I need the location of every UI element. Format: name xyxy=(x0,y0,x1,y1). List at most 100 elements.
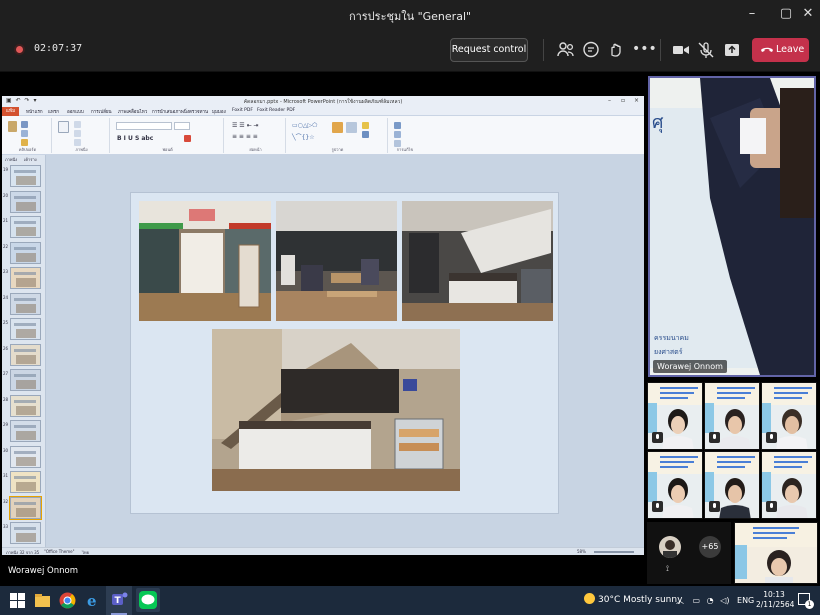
line-taskbar-button[interactable] xyxy=(136,588,160,612)
chrome-icon[interactable] xyxy=(58,591,77,610)
ppt-close-icon: × xyxy=(634,97,640,104)
font-color-icon xyxy=(184,135,191,142)
slide-thumbnail-number: 23 xyxy=(3,269,9,274)
tray-chevron-icon[interactable]: ︿ xyxy=(676,596,684,605)
slide-thumbnail[interactable] xyxy=(10,394,41,417)
slide-thumbnail[interactable] xyxy=(10,165,41,187)
overflow-participants[interactable]: ⟟ +65 xyxy=(647,522,731,584)
ribbon-group-label: ย่อหน้า xyxy=(249,147,262,152)
svg-text:ยงศาสตร์: ยงศาสตร์ xyxy=(654,348,683,356)
more-options-icon[interactable]: ••• xyxy=(632,40,657,60)
close-window-button[interactable]: ✕ xyxy=(794,3,820,25)
shape-outline-icon xyxy=(362,131,369,138)
cut-icon xyxy=(21,121,28,128)
slide-thumbnail[interactable] xyxy=(10,292,41,315)
zoom-slider xyxy=(594,551,634,553)
ppt-tab: Foxit PDF xyxy=(232,108,253,113)
weather-text: 30°C Mostly sunny xyxy=(598,595,683,605)
tray-network-icon[interactable]: ▭ xyxy=(693,596,701,605)
ribbon-group-label: การแก้ไข xyxy=(396,147,414,152)
slide-thumbnail[interactable] xyxy=(10,369,41,391)
participant-tile[interactable] xyxy=(647,382,703,450)
section-icon xyxy=(74,139,81,146)
notification-icon[interactable] xyxy=(798,593,814,609)
ppt-tab: หน้าแรก xyxy=(26,110,43,115)
slide-thumbnail-number: 32 xyxy=(3,498,9,504)
ribbon-group-label: ภาพนิ่ง xyxy=(75,147,88,152)
tray-volume-icon[interactable]: ◁) xyxy=(720,596,729,605)
file-explorer-icon[interactable] xyxy=(33,591,52,610)
ppt-tab: การเปลี่ยน xyxy=(91,110,112,115)
slide-thumbnail[interactable] xyxy=(10,522,41,544)
presenter-name-strip: Worawej Onnom xyxy=(0,562,645,586)
edge-icon[interactable]: e xyxy=(84,591,103,610)
slide-thumbnail[interactable] xyxy=(10,343,41,366)
chat-icon[interactable] xyxy=(581,40,601,60)
shared-powerpoint-window: ▣ ↶ ↷ ▾ คัดลอกมา.pptx - Microsoft PowerP… xyxy=(2,96,644,615)
muted-mic-icon xyxy=(709,501,720,512)
leave-button[interactable]: Leave xyxy=(752,38,809,62)
minimize-button[interactable]: – xyxy=(738,3,766,25)
input-language[interactable]: ENG xyxy=(737,596,754,605)
slide-thumbnail[interactable] xyxy=(10,471,41,493)
format-painter-icon xyxy=(21,139,28,146)
participant-tile[interactable] xyxy=(761,451,817,519)
windows-start-icon[interactable] xyxy=(8,591,27,610)
participant-tile[interactable] xyxy=(647,451,703,519)
teams-icon: T xyxy=(111,592,128,615)
slide-thumbnail-number: 25 xyxy=(3,320,9,325)
participants-icon[interactable] xyxy=(556,40,576,60)
svg-text:e: e xyxy=(87,592,97,610)
participant-tile[interactable] xyxy=(734,522,818,584)
ribbon-group-label: ฟอนต์ xyxy=(162,147,173,152)
slide-thumbnail-number: 29 xyxy=(3,422,9,427)
slide-thumbnail[interactable] xyxy=(10,216,41,238)
svg-text:T: T xyxy=(115,596,122,606)
more-participants-count[interactable]: +65 xyxy=(699,536,721,558)
slide-thumbnail[interactable] xyxy=(10,241,41,264)
clock-time: 10:13 xyxy=(763,590,785,599)
weather-widget[interactable]: 30°C Mostly sunny xyxy=(584,593,682,605)
share-screen-icon[interactable] xyxy=(722,40,742,60)
pin-icon: ⟟ xyxy=(666,564,669,573)
ppt-tab: มุมมอง xyxy=(212,110,226,115)
system-tray: ︿ ▭ ◔ ◁) ENG xyxy=(676,595,754,606)
photo-counter xyxy=(402,201,553,321)
slide-thumbnail[interactable] xyxy=(10,420,41,442)
slide-thumbnail[interactable] xyxy=(10,318,41,340)
slide-thumbnail-number: 21 xyxy=(3,218,9,223)
shape-fill-icon xyxy=(362,122,369,129)
ribbon-group-label: คลิปบอร์ด xyxy=(18,147,37,152)
ppt-minimize-icon: – xyxy=(608,97,611,104)
main-speaker-video[interactable]: ศุ ครรมนาคม ยงศาสตร์ Worawej Onnom xyxy=(648,76,816,377)
ppt-maximize-icon: ▫ xyxy=(621,97,626,104)
shapes-gallery-icon: ╲⌒{}☆ xyxy=(292,134,315,141)
tray-wifi-icon[interactable]: ◔ xyxy=(707,596,714,605)
participant-tile[interactable] xyxy=(704,451,760,519)
camera-icon[interactable] xyxy=(671,40,691,60)
ppt-ribbon-tabs: แฟ้ม หน้าแรก แทรก ออกแบบ การเปลี่ยน ภาพเ… xyxy=(2,107,644,116)
presenter-name: Worawej Onnom xyxy=(8,566,79,576)
teams-taskbar-button[interactable]: T xyxy=(106,586,132,615)
bold-icon: B I U S abc xyxy=(117,135,154,142)
find-icon xyxy=(394,122,401,129)
participant-tile[interactable] xyxy=(761,382,817,450)
participant-tile[interactable] xyxy=(704,382,760,450)
taskbar-clock[interactable]: 10:13 2/11/2564 xyxy=(756,590,794,610)
request-control-button[interactable]: Request control xyxy=(450,38,528,62)
slide-thumbnail[interactable] xyxy=(10,445,41,468)
ppt-tab-file: แฟ้ม xyxy=(2,107,20,116)
mic-muted-icon[interactable] xyxy=(696,40,716,60)
ribbon-group-paragraph: ☰ ☰ ⇤ ⇥ ≡ ≡ ≡ ≡ ย่อหน้า xyxy=(226,118,286,153)
ppt-tab: การนำเสนอภาพนิ่ง xyxy=(152,110,190,115)
ppt-window-title: คัดลอกมา.pptx - Microsoft PowerPoint (กา… xyxy=(243,99,403,105)
ppt-titlebar: ▣ ↶ ↷ ▾ คัดลอกมา.pptx - Microsoft PowerP… xyxy=(2,96,644,107)
slide-thumbnail[interactable] xyxy=(10,190,41,213)
leave-label: Leave xyxy=(776,44,805,55)
slide-thumbnail[interactable] xyxy=(9,495,42,520)
slide-thumbnail[interactable] xyxy=(10,267,41,289)
toolbar-divider xyxy=(543,39,544,61)
reactions-icon[interactable] xyxy=(606,40,626,60)
current-slide xyxy=(130,192,559,514)
ppt-tab: ภาพเคลื่อนไหว xyxy=(118,110,148,115)
